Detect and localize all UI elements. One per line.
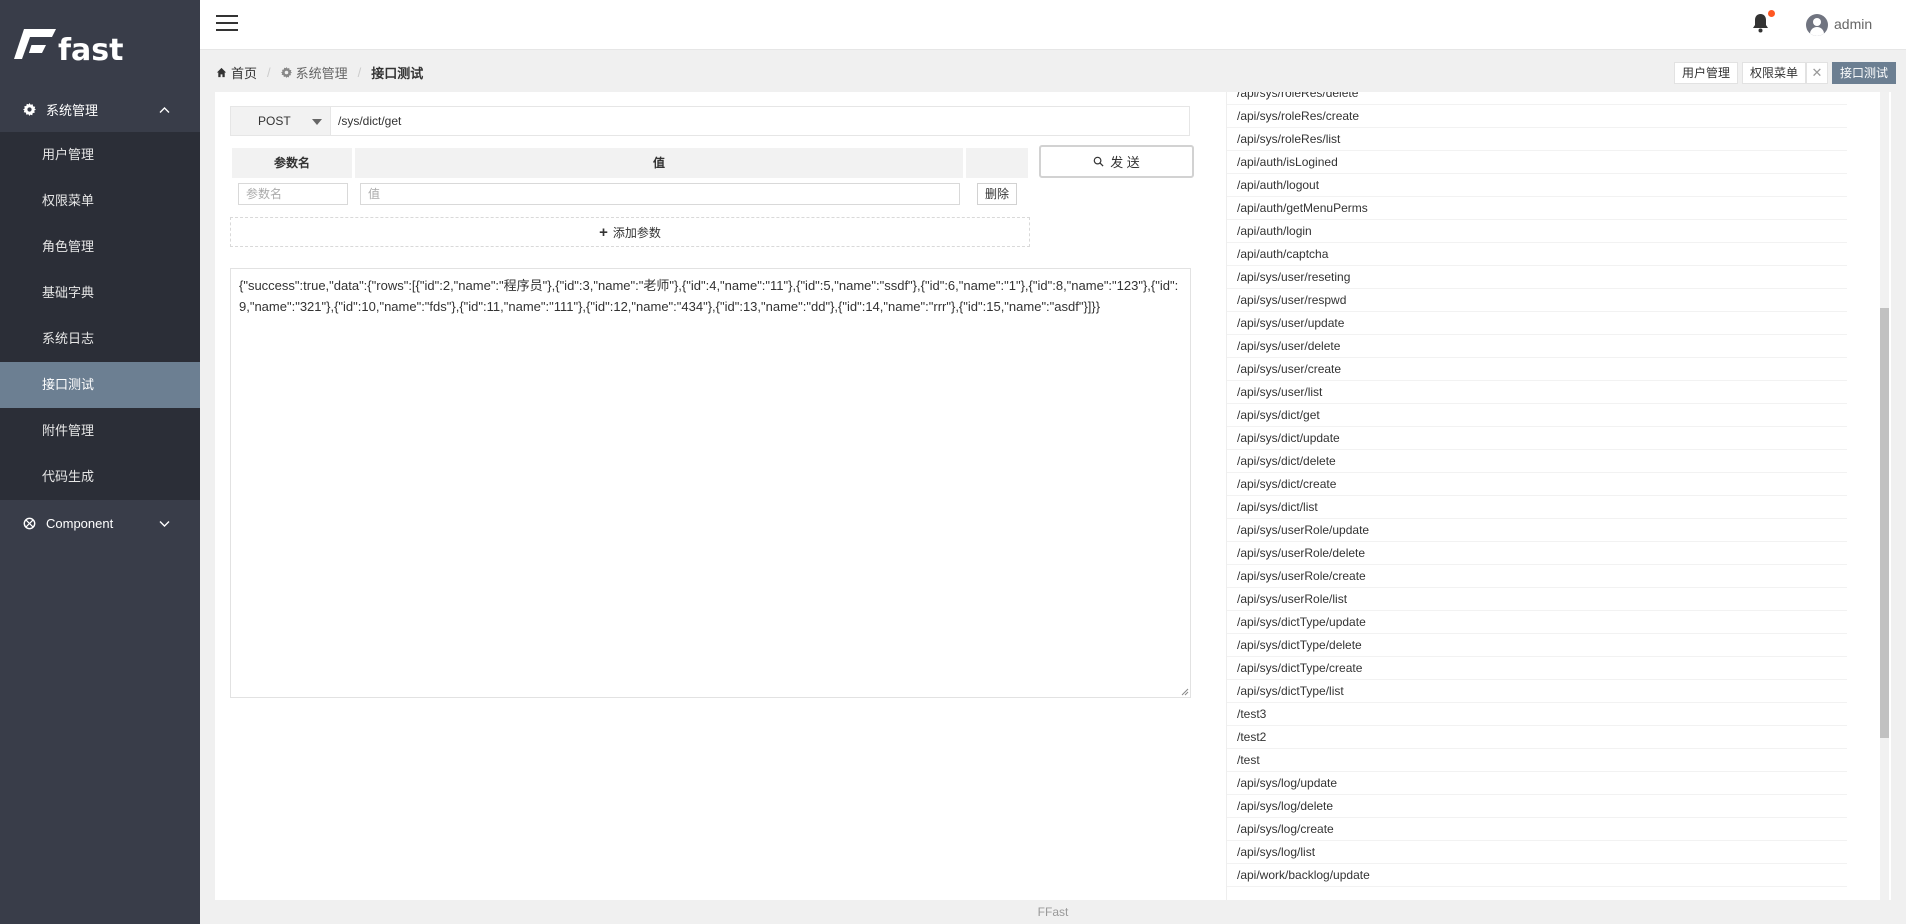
param-value-input[interactable]: 值 (360, 183, 960, 205)
tab-users[interactable]: 用户管理 (1673, 62, 1738, 84)
api-list-item[interactable]: /api/sys/user/list (1227, 381, 1847, 404)
api-list-item[interactable]: /api/sys/dict/create (1227, 473, 1847, 496)
footer: FFast (1037, 905, 1069, 919)
api-list-item[interactable]: /api/sys/log/list (1227, 841, 1847, 864)
api-list-item[interactable]: /api/auth/getMenuPerms (1227, 197, 1847, 220)
chevron-up-icon (159, 102, 170, 117)
api-list-item[interactable]: /api/sys/dictType/create (1227, 657, 1847, 680)
api-list-item[interactable]: /api/sys/log/update (1227, 772, 1847, 795)
api-list-item[interactable]: /api/work/backlog/update (1227, 864, 1847, 887)
bell-icon[interactable] (1752, 13, 1769, 36)
api-list-item[interactable]: /api/sys/userRole/update (1227, 519, 1847, 542)
sidebar-item-logs[interactable]: 系统日志 (0, 316, 200, 362)
api-list-item[interactable]: /api/auth/login (1227, 220, 1847, 243)
sidebar-item-attachments[interactable]: 附件管理 (0, 408, 200, 454)
breadcrumb-current: 接口测试 (371, 66, 424, 81)
send-button[interactable]: 发 送 (1039, 145, 1194, 178)
main-panel: POST /sys/dict/get 发 送 参数名 值 参数名 值 删除 + … (215, 92, 1891, 900)
api-list-item[interactable]: /api/sys/dictType/update (1227, 611, 1847, 634)
breadcrumb-bar: 首页 / 系统管理 / 接口测试 用户管理 权限菜单 ✕ 接口测试 (200, 50, 1906, 92)
response-body: {"success":true,"data":{"rows":[{"id":2,… (239, 278, 1179, 314)
api-list-item[interactable]: /api/sys/roleRes/create (1227, 105, 1847, 128)
params-table: 参数名 值 参数名 值 删除 (232, 148, 1028, 210)
param-value-header: 值 (355, 148, 963, 178)
brand-name: fast (58, 33, 124, 63)
add-param-button[interactable]: + 添加参数 (230, 217, 1030, 247)
api-list-item[interactable]: /api/sys/roleRes/list (1227, 128, 1847, 151)
url-input[interactable]: /sys/dict/get (331, 107, 1189, 135)
breadcrumb-section[interactable]: 系统管理 (280, 63, 348, 82)
sidebar-item-permissions[interactable]: 权限菜单 (0, 178, 200, 224)
request-bar: POST /sys/dict/get (230, 106, 1190, 136)
method-select[interactable]: POST (231, 107, 331, 135)
breadcrumb: 首页 / 系统管理 / 接口测试 (216, 63, 423, 82)
sidebar-item-roles[interactable]: 角色管理 (0, 224, 200, 270)
api-list-item[interactable]: /api/auth/isLogined (1227, 151, 1847, 174)
close-icon[interactable]: ✕ (1805, 62, 1828, 84)
api-list-item[interactable]: /api/sys/dictType/delete (1227, 634, 1847, 657)
api-list-item[interactable]: /api/sys/user/reseting (1227, 266, 1847, 289)
api-list-item[interactable]: /api/sys/log/delete (1227, 795, 1847, 818)
notification-dot (1768, 10, 1775, 17)
param-name-header: 参数名 (232, 148, 352, 178)
top-header: admin (200, 0, 1906, 50)
api-list-item[interactable]: /api/sys/dict/delete (1227, 450, 1847, 473)
sidebar-item-api-test[interactable]: 接口测试 (0, 362, 200, 408)
api-list-item[interactable]: /api/sys/roleRes/delete (1227, 92, 1847, 105)
breadcrumb-home[interactable]: 首页 (216, 63, 257, 82)
sidebar-group-label: Component (46, 515, 114, 531)
page-tabs: 用户管理 权限菜单 ✕ 接口测试 (1670, 62, 1896, 84)
sidebar-item-dictionary[interactable]: 基础字典 (0, 270, 200, 316)
delete-param-button[interactable]: 删除 (977, 183, 1018, 205)
component-icon (22, 516, 36, 530)
api-list-item[interactable]: /api/sys/user/update (1227, 312, 1847, 335)
chevron-down-icon (159, 516, 170, 531)
api-list-item[interactable]: /api/auth/captcha (1227, 243, 1847, 266)
api-list-item[interactable]: /api/sys/userRole/create (1227, 565, 1847, 588)
sidebar: fast 系统管理 用户管理 权限菜单 角色管理 基础字典 系统日志 接口测试 … (0, 0, 200, 924)
search-icon (1093, 156, 1104, 167)
sidebar-group-system[interactable]: 系统管理 (0, 86, 200, 132)
api-list-item[interactable]: /test (1227, 749, 1847, 772)
logo: fast (0, 0, 200, 86)
api-list-item[interactable]: /api/sys/user/respwd (1227, 289, 1847, 312)
response-textarea[interactable]: {"success":true,"data":{"rows":[{"id":2,… (230, 268, 1191, 698)
api-list-item[interactable]: /test2 (1227, 726, 1847, 749)
api-list-item[interactable]: /test3 (1227, 703, 1847, 726)
api-list-item[interactable]: /api/sys/log/create (1227, 818, 1847, 841)
plus-icon: + (599, 223, 608, 241)
avatar[interactable] (1806, 14, 1828, 36)
api-list-item[interactable]: /api/sys/dict/update (1227, 427, 1847, 450)
sidebar-group-component[interactable]: Component (0, 500, 200, 546)
tab-api-test[interactable]: 接口测试 (1831, 62, 1896, 84)
home-icon (216, 67, 227, 78)
api-list-item[interactable]: /api/auth/logout (1227, 174, 1847, 197)
sidebar-group-label: 系统管理 (46, 102, 99, 118)
params-header: 参数名 值 (232, 148, 1028, 178)
sidebar-item-codegen[interactable]: 代码生成 (0, 454, 200, 500)
param-name-input[interactable]: 参数名 (238, 183, 348, 205)
fast-logo-icon: fast (14, 29, 124, 63)
username[interactable]: admin (1834, 16, 1872, 32)
gear-icon (22, 102, 36, 116)
resize-handle-icon[interactable] (1179, 686, 1189, 696)
api-list-item[interactable]: /api/sys/userRole/list (1227, 588, 1847, 611)
sidebar-item-users[interactable]: 用户管理 (0, 132, 200, 178)
api-list: /api/sys/roleRes/delete/api/sys/roleRes/… (1226, 92, 1872, 900)
scrollbar-thumb[interactable] (1880, 308, 1889, 738)
param-row: 参数名 值 删除 (232, 178, 1028, 210)
api-list-item[interactable]: /api/sys/user/delete (1227, 335, 1847, 358)
param-action-header (966, 148, 1028, 178)
api-list-item[interactable]: /api/sys/dictType/list (1227, 680, 1847, 703)
api-list-item[interactable]: /api/sys/dict/get (1227, 404, 1847, 427)
api-list-item[interactable]: /api/sys/user/create (1227, 358, 1847, 381)
api-list-item[interactable]: /api/sys/dict/list (1227, 496, 1847, 519)
caret-down-icon (312, 119, 322, 125)
menu-toggle-icon[interactable] (216, 15, 238, 33)
sidebar-submenu: 用户管理 权限菜单 角色管理 基础字典 系统日志 接口测试 附件管理 代码生成 (0, 132, 200, 500)
tab-permissions[interactable]: 权限菜单 (1741, 62, 1806, 84)
api-list-item[interactable]: /api/sys/userRole/delete (1227, 542, 1847, 565)
gear-icon (280, 67, 292, 78)
